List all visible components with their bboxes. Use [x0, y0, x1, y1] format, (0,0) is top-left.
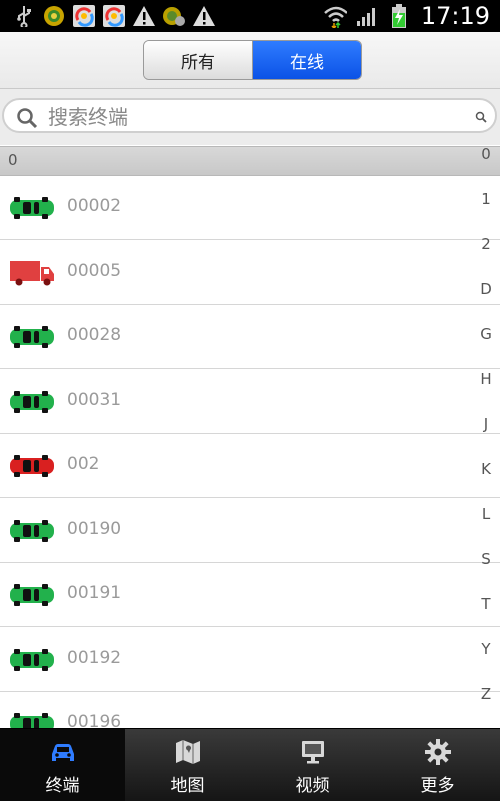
nav-item-more[interactable]: 更多 — [375, 729, 500, 801]
search-icon — [17, 108, 38, 129]
terminal-list: 00002 00005 00028 00031 002 00190 00191 00192 00… — [0, 176, 500, 728]
nav-label: 终端 — [45, 776, 80, 796]
list-item-label: 00028 — [67, 325, 122, 345]
app-notification-icon — [42, 4, 66, 28]
index-letter[interactable]: K — [472, 460, 500, 478]
index-letter[interactable]: Y — [472, 640, 500, 658]
gear-icon — [424, 739, 451, 765]
index-letter[interactable]: D — [472, 280, 500, 298]
car-green-icon — [8, 386, 56, 418]
app-notification-icon — [162, 4, 186, 28]
index-letter[interactable]: S — [472, 550, 500, 568]
list-item[interactable]: 00191 — [0, 563, 500, 627]
car-icon — [51, 744, 74, 761]
list-item[interactable]: 00192 — [0, 627, 500, 692]
index-letter[interactable]: Z — [472, 685, 500, 703]
index-letter[interactable]: J — [472, 415, 500, 433]
list-item-label: 002 — [67, 454, 100, 474]
photos-icon — [72, 4, 96, 28]
index-letter[interactable]: 1 — [472, 190, 500, 208]
list-item-label: 00031 — [67, 389, 122, 410]
list-item[interactable]: 00002 — [0, 176, 500, 240]
map-icon — [175, 740, 200, 764]
index-letter[interactable]: T — [472, 595, 500, 613]
list-item[interactable]: 00196 — [0, 692, 500, 728]
list-item[interactable]: 00005 — [0, 240, 500, 305]
list-item-label: 00005 — [67, 260, 122, 281]
filter-segmented-control: 所有 在线 — [143, 40, 362, 80]
alphabet-index-bar[interactable]: 0 1 2 D G H J K L S T Y Z — [472, 145, 500, 720]
monitor-icon — [301, 741, 324, 764]
section-header-label: 0 — [8, 151, 18, 169]
list-item[interactable]: 00031 — [0, 369, 500, 434]
list-item[interactable]: 00190 — [0, 498, 500, 563]
car-green-icon — [8, 644, 56, 676]
usb-icon — [12, 4, 36, 28]
battery-icon — [387, 4, 411, 28]
list-item[interactable]: 002 — [0, 434, 500, 498]
nav-label: 视频 — [295, 776, 330, 796]
car-green-icon — [8, 321, 56, 353]
list-item-label: 00192 — [67, 647, 122, 668]
car-green-icon — [8, 515, 56, 547]
bottom-navigation: 终端 地图 视频 更多 — [0, 728, 500, 801]
truck-red-icon — [8, 257, 56, 289]
status-time: 17:19 — [420, 2, 490, 30]
list-item[interactable]: 00028 — [0, 305, 500, 369]
index-letter[interactable]: 2 — [472, 235, 500, 253]
nav-item-map[interactable]: 地图 — [125, 729, 250, 801]
index-letter[interactable]: L — [472, 505, 500, 523]
index-letter[interactable]: H — [472, 370, 500, 388]
list-item-label: 00002 — [67, 196, 122, 216]
nav-item-terminals[interactable]: 终端 — [0, 729, 125, 801]
search-bar — [0, 89, 500, 145]
search-box[interactable] — [2, 98, 497, 133]
car-green-icon — [8, 708, 56, 728]
list-item-label: 00196 — [67, 712, 122, 728]
list-item-label: 00190 — [67, 518, 122, 539]
index-letter[interactable]: G — [472, 325, 500, 343]
index-letter[interactable]: 0 — [472, 145, 500, 163]
signal-icon — [355, 4, 379, 28]
warning-icon — [192, 4, 216, 28]
nav-label: 更多 — [420, 776, 455, 796]
car-green-icon — [8, 579, 56, 611]
wifi-icon — [323, 4, 347, 28]
search-input[interactable] — [46, 102, 470, 132]
nav-label: 地图 — [170, 776, 205, 796]
car-green-icon — [8, 192, 56, 224]
top-toolbar: 所有 在线 — [0, 32, 500, 89]
status-bar: 17:19 — [0, 0, 500, 32]
car-red-icon — [8, 450, 56, 482]
segment-online-button[interactable]: 在线 — [253, 41, 361, 79]
list-section-header: 0 — [0, 146, 500, 176]
list-item-label: 00191 — [67, 583, 122, 603]
photos-icon — [102, 4, 126, 28]
segment-all-button[interactable]: 所有 — [144, 41, 253, 79]
nav-item-video[interactable]: 视频 — [250, 729, 375, 801]
search-mini-icon — [475, 111, 487, 123]
warning-icon — [132, 4, 156, 28]
